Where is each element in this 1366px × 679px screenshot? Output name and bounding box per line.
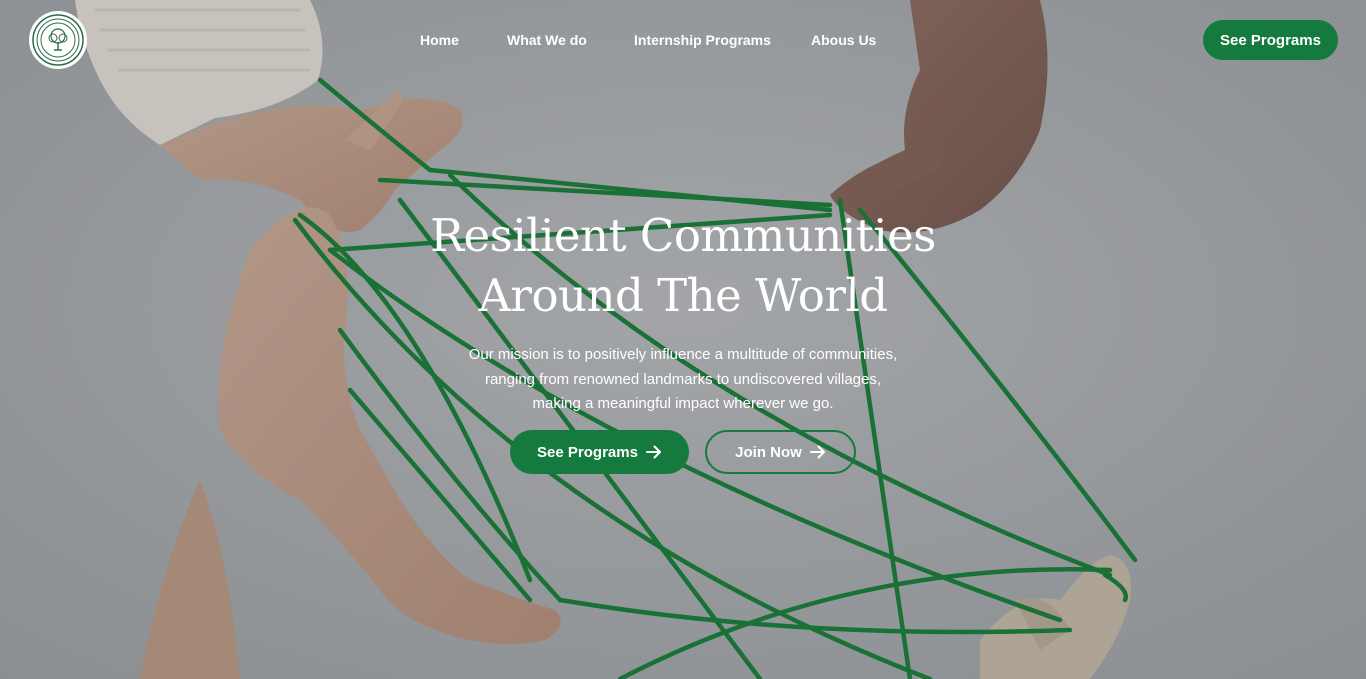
hero-title-line-2: Around The World [478, 269, 888, 322]
hero-see-programs-label: See Programs [537, 443, 638, 461]
hero-title-line-1: Resilient Communities [430, 209, 936, 262]
landing-page: Home What We do Internship Programs Abou… [0, 0, 1366, 679]
header-see-programs-label: See Programs [1220, 31, 1321, 49]
nav-link-internship-programs[interactable]: Internship Programs [634, 30, 771, 50]
site-logo[interactable] [29, 11, 87, 69]
arrow-right-icon [809, 445, 825, 459]
hero-join-now-label: Join Now [735, 443, 802, 461]
hero-join-now-button[interactable]: Join Now [705, 430, 856, 474]
hero-background-image [0, 0, 1366, 679]
hero-subtitle: Our mission is to positively influence a… [383, 343, 983, 417]
hero-subtitle-line-2: ranging from renowned landmarks to undis… [484, 370, 882, 388]
hero-title: Resilient Communities Around The World [383, 206, 983, 326]
header-see-programs-button[interactable]: See Programs [1203, 20, 1338, 60]
hero-see-programs-button[interactable]: See Programs [510, 430, 689, 474]
hero-subtitle-line-3: making a meaningful impact wherever we g… [532, 395, 834, 412]
hero-subtitle-line-1: Our mission is to positively influence a… [468, 346, 898, 363]
arrow-right-icon [645, 445, 661, 459]
tree-rings-logo-icon [32, 14, 84, 66]
nav-link-what-we-do[interactable]: What We do [507, 30, 587, 50]
nav-link-home[interactable]: Home [420, 30, 459, 50]
nav-link-about-us[interactable]: Abous Us [811, 30, 876, 50]
